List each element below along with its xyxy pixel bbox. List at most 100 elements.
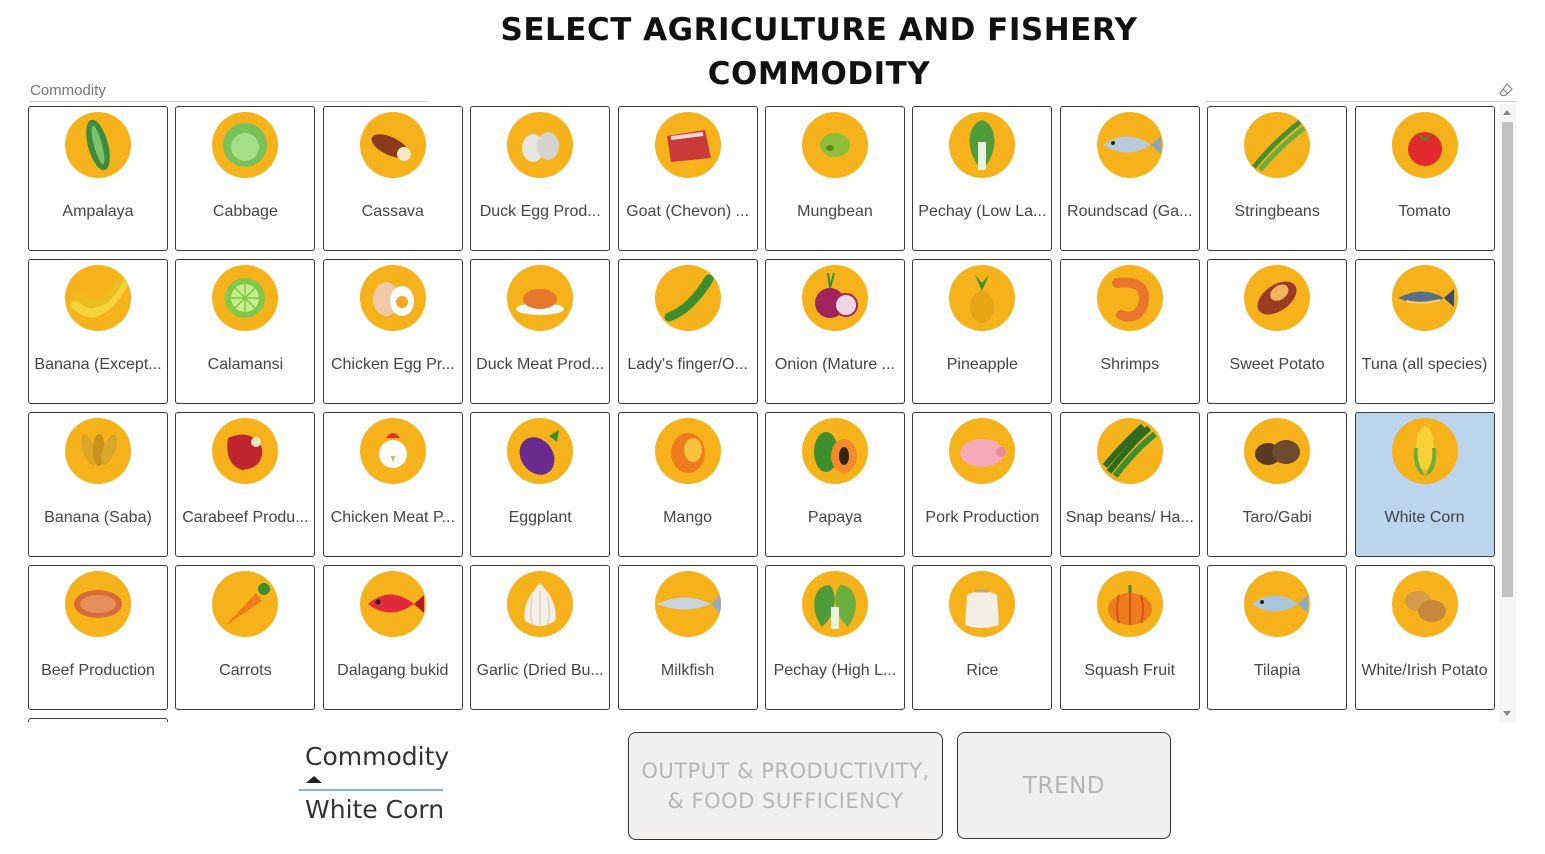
pechay-icon	[949, 112, 1016, 178]
commodity-tile[interactable]: Calamansi	[175, 259, 316, 404]
commodity-label: Carabeef Produ...	[182, 509, 309, 526]
onion-icon	[801, 265, 868, 331]
commodity-tile[interactable]: Rice	[912, 565, 1053, 710]
commodity-tile[interactable]: Sweet Potato	[1207, 259, 1348, 404]
commodity-tile[interactable]: Pechay (High L...	[764, 565, 905, 710]
goat-meat-icon	[654, 112, 721, 178]
snap-beans-icon	[1096, 418, 1163, 484]
commodity-label: Mungbean	[797, 203, 873, 220]
commodity-tile[interactable]: Beef Production	[28, 565, 168, 710]
commodity-tile[interactable]: Stringbeans	[1207, 106, 1348, 251]
commodity-tile[interactable]: Tomato	[1354, 106, 1495, 251]
commodity-label: Cassava	[361, 203, 424, 220]
title-line-1: SELECT AGRICULTURE AND FISHERY	[500, 12, 1138, 48]
mango-icon	[654, 418, 721, 484]
commodity-tile[interactable]: Mango	[617, 412, 758, 557]
slicer-header: Commodity	[30, 82, 106, 99]
commodity-tile[interactable]: Tuna (all species)	[1354, 259, 1495, 404]
commodity-label: Cabbage	[212, 203, 278, 220]
trend-button[interactable]: TREND	[957, 732, 1171, 839]
title-line-2: COMMODITY	[707, 56, 931, 92]
commodity-tile[interactable]: Banana (Except...	[28, 259, 168, 404]
eraser-icon[interactable]	[1499, 83, 1513, 97]
banana-icon	[65, 265, 131, 331]
commodity-tile-partial[interactable]	[28, 718, 168, 722]
commodity-tile[interactable]: Taro/Gabi	[1207, 412, 1348, 557]
commodity-label: Garlic (Dried Bu...	[476, 662, 604, 679]
commodity-label: Shrimps	[1100, 356, 1160, 373]
commodity-tile[interactable]: Banana (Saba)	[28, 412, 168, 557]
rice-sack-icon	[949, 571, 1016, 637]
commodity-tile[interactable]: Cabbage	[175, 106, 316, 251]
taro-icon	[1244, 418, 1311, 484]
commodity-tile[interactable]: Roundscad (Ga...	[1059, 106, 1200, 251]
tomato-icon	[1391, 112, 1458, 178]
commodity-label: Tomato	[1398, 203, 1451, 220]
commodity-tile[interactable]: Duck Egg Prod...	[470, 106, 611, 251]
commodity-label: Beef Production	[41, 662, 155, 679]
commodity-tile[interactable]: Carabeef Produ...	[175, 412, 316, 557]
scroll-up-icon[interactable]	[1503, 110, 1511, 115]
red-fish-icon	[359, 571, 426, 637]
carabeef-icon	[212, 418, 279, 484]
commodity-tile[interactable]: Pineapple	[912, 259, 1053, 404]
commodity-tile[interactable]: Squash Fruit	[1059, 565, 1200, 710]
commodity-tile[interactable]: White/Irish Potato	[1354, 565, 1495, 710]
commodity-tile[interactable]: Pechay (Low La...	[912, 106, 1053, 251]
commodity-tile[interactable]: White Corn	[1354, 412, 1495, 557]
pineapple-icon	[949, 265, 1016, 331]
commodity-label: Dalagang bukid	[337, 662, 449, 679]
commodity-label: Pork Production	[925, 509, 1040, 526]
commodity-label: Pechay (High L...	[773, 662, 897, 679]
caret-up-icon	[306, 776, 322, 783]
commodity-tile[interactable]: Papaya	[764, 412, 905, 557]
cassava-icon	[359, 112, 426, 178]
corn-icon	[1391, 418, 1458, 484]
commodity-tile[interactable]: Onion (Mature ...	[764, 259, 905, 404]
commodity-slicer: Ampalaya Cabbage Cassava Duck Egg Prod... Go…	[26, 104, 1498, 722]
commodity-label: Onion (Mature ...	[774, 356, 895, 373]
commodity-tile[interactable]: Cassava	[322, 106, 463, 251]
saba-banana-icon	[65, 418, 131, 484]
chicken-egg-icon	[359, 265, 426, 331]
garlic-icon	[507, 571, 574, 637]
scroll-down-icon[interactable]	[1503, 711, 1511, 716]
commodity-tile[interactable]: Pork Production	[912, 412, 1053, 557]
commodity-tile[interactable]: Milkfish	[617, 565, 758, 710]
tilapia-icon	[1244, 571, 1311, 637]
commodity-tile[interactable]: Shrimps	[1059, 259, 1200, 404]
commodity-tile[interactable]: Duck Meat Prod...	[470, 259, 611, 404]
commodity-tile[interactable]: Lady's finger/O...	[617, 259, 758, 404]
card-value: White Corn	[305, 795, 445, 824]
card-label: Commodity	[305, 742, 450, 771]
calamansi-icon	[212, 265, 279, 331]
commodity-label: Papaya	[807, 509, 863, 526]
pechay-highland-icon	[801, 571, 868, 637]
commodity-tile[interactable]: Snap beans/ Ha...	[1059, 412, 1200, 557]
mungbean-icon	[801, 112, 868, 178]
commodity-tile[interactable]: Dalagang bukid	[322, 565, 463, 710]
commodity-tile[interactable]: Goat (Chevon) ...	[617, 106, 758, 251]
commodity-label: Ampalaya	[62, 203, 134, 220]
commodity-label: Goat (Chevon) ...	[626, 203, 749, 220]
papaya-icon	[801, 418, 868, 484]
commodity-label: Taro/Gabi	[1242, 509, 1312, 526]
commodity-tile[interactable]: Carrots	[175, 565, 316, 710]
commodity-tile[interactable]: Mungbean	[764, 106, 905, 251]
commodity-tile[interactable]: Garlic (Dried Bu...	[470, 565, 611, 710]
commodity-label: Roundscad (Ga...	[1067, 203, 1193, 220]
commodity-grid: Ampalaya Cabbage Cassava Duck Egg Prod... Go…	[26, 104, 1498, 722]
commodity-label: Duck Meat Prod...	[476, 356, 605, 373]
commodity-tile[interactable]: Chicken Egg Pr...	[322, 259, 463, 404]
eggplant-icon	[507, 418, 574, 484]
commodity-tile[interactable]: Ampalaya	[28, 106, 168, 251]
shrimp-icon	[1096, 265, 1163, 331]
commodity-tile[interactable]: Eggplant	[470, 412, 611, 557]
commodity-label: Snap beans/ Ha...	[1065, 509, 1194, 526]
output-productivity-button[interactable]: OUTPUT & PRODUCTIVITY, & FOOD SUFFICIENC…	[628, 732, 943, 840]
scroll-thumb[interactable]	[1502, 122, 1513, 597]
commodity-tile[interactable]: Chicken Meat P...	[322, 412, 463, 557]
sweet-potato-icon	[1244, 265, 1311, 331]
commodity-tile[interactable]: Tilapia	[1207, 565, 1348, 710]
slicer-scrollbar[interactable]	[1499, 104, 1516, 722]
